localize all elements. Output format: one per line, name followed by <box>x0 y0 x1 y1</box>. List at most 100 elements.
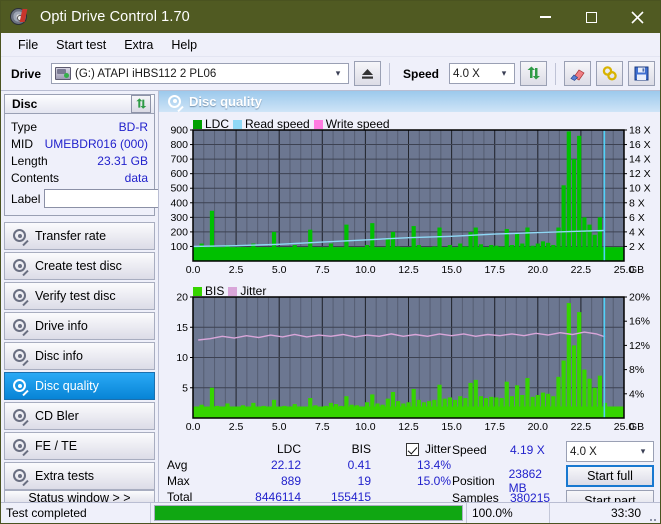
disc-type-label: Type <box>11 119 38 134</box>
svg-text:18 X: 18 X <box>629 125 651 137</box>
disc-refresh-button[interactable] <box>131 95 151 113</box>
svg-text:12%: 12% <box>629 340 650 352</box>
stats-max-ldc: 889 <box>280 474 301 488</box>
svg-text:5: 5 <box>182 382 188 394</box>
eraser-button[interactable] <box>564 61 591 86</box>
close-button[interactable] <box>614 1 660 33</box>
disc-panel-body: Type BD-R MID UMEBDR016 (000) Length 23.… <box>4 114 248 216</box>
svg-text:5.0: 5.0 <box>272 421 287 433</box>
stats-header-ldc: LDC <box>276 442 301 456</box>
test-speed-value: 4.0 X <box>570 445 597 458</box>
svg-text:2.5: 2.5 <box>229 264 244 276</box>
sidebar-label: Disc info <box>35 349 83 363</box>
svg-text:10: 10 <box>176 352 188 364</box>
disc-length-label: Length <box>11 153 48 168</box>
svg-text:7.5: 7.5 <box>315 264 330 276</box>
menu-file[interactable]: File <box>9 36 47 54</box>
sidebar-label: CD Bler <box>35 409 79 423</box>
menu-extra[interactable]: Extra <box>115 36 162 54</box>
svg-text:20.0: 20.0 <box>528 421 549 433</box>
sidebar-item-create-test-disc[interactable]: Create test disc <box>4 252 155 280</box>
svg-text:900: 900 <box>170 125 188 137</box>
jitter-checkbox[interactable] <box>405 442 419 456</box>
svg-text:500: 500 <box>170 183 188 195</box>
disc-length-value: 23.31 GB <box>97 153 148 168</box>
sidebar-item-disc-quality[interactable]: Disc quality <box>4 372 155 400</box>
svg-text:12.5: 12.5 <box>398 421 419 433</box>
sidebar-item-cd-bler[interactable]: CD Bler <box>4 402 155 430</box>
application-window: Opti Drive Control 1.70 File Start test … <box>0 0 661 524</box>
stats-max-bis: 19 <box>357 474 371 488</box>
minimize-button[interactable] <box>522 1 568 33</box>
stats-avg-jitter: 13.4% <box>416 458 451 472</box>
test-speed-select[interactable]: 4.0 X ▾ <box>566 441 654 462</box>
sidebar-item-fe-te[interactable]: FE / TE <box>4 432 155 460</box>
bis-chart-svg: 5 10 15 20 4% 8% 12% 16% 20% 0.0 2.5 5.0 7.5 10.0 12.5… <box>176 292 650 434</box>
speed-label: Speed <box>402 66 439 81</box>
resize-grip[interactable] <box>646 503 660 523</box>
svg-text:8 X: 8 X <box>629 197 645 209</box>
svg-text:7.5: 7.5 <box>315 421 330 433</box>
sidebar-item-verify-test-disc[interactable]: Verify test disc <box>4 282 155 310</box>
eject-button[interactable] <box>353 61 381 86</box>
toolbar-divider <box>388 62 390 85</box>
chain-button[interactable] <box>596 61 623 86</box>
bis-jitter-chart: BIS Jitter 5 10 15 20 4% 8% 12% 16% 20% 0.0 2.5 5.0… <box>161 283 658 438</box>
start-full-button[interactable]: Start full <box>566 465 654 487</box>
svg-text:600: 600 <box>170 168 188 180</box>
refresh-button[interactable] <box>520 61 547 86</box>
content-panel: Disc quality LDC Read speed Write speed … <box>158 91 660 512</box>
ldc-chart: LDC Read speed Write speed 100 200 300 400 5… <box>161 116 658 281</box>
svg-text:10.0: 10.0 <box>355 264 376 276</box>
gauge-icon <box>12 438 29 457</box>
svg-text:8%: 8% <box>629 364 644 376</box>
svg-text:0.0: 0.0 <box>186 264 201 276</box>
sidebar-item-drive-info[interactable]: Drive info <box>4 312 155 340</box>
sidebar-item-extra-tests[interactable]: Extra tests <box>4 462 155 490</box>
bis-chart-legend: BIS Jitter <box>193 284 266 298</box>
save-button[interactable] <box>628 61 655 86</box>
disc-contents-value: data <box>124 170 148 185</box>
svg-text:2 X: 2 X <box>629 241 645 253</box>
stats-header-row: LDC BIS Jitter <box>167 441 452 457</box>
drive-select[interactable]: (G:) ATAPI iHBS112 2 PL06 ▾ <box>51 63 349 84</box>
readout-speed: Speed 4.19 X <box>452 441 562 458</box>
progress-percent: 100.0% <box>467 503 550 523</box>
ldc-chart-svg: 100 200 300 400 500 600 700 800 900 2 X 4 X 6 X 8 X 1… <box>170 125 651 277</box>
disc-label-caption: Label <box>11 191 41 206</box>
sidebar-label: Drive info <box>35 319 88 333</box>
svg-text:0.0: 0.0 <box>186 421 201 433</box>
gauge-icon <box>12 348 29 367</box>
sidebar-item-transfer-rate[interactable]: Transfer rate <box>4 222 155 250</box>
speed-select[interactable]: 4.0 X ▾ <box>449 63 515 84</box>
legend-bis: BIS <box>193 284 224 298</box>
sidebar-item-disc-info[interactable]: Disc info <box>4 342 155 370</box>
gauge-icon <box>12 228 29 247</box>
disc-row-type: Type BD-R <box>11 118 148 135</box>
svg-text:GB: GB <box>629 421 644 433</box>
readout-speed-label: Speed <box>452 442 487 457</box>
window-title: Opti Drive Control 1.70 <box>40 9 190 25</box>
main-body: Disc Type BD-R MID UMEBDR016 (000) Lengt… <box>1 91 660 512</box>
svg-text:20.0: 20.0 <box>528 264 549 276</box>
svg-text:17.5: 17.5 <box>484 264 505 276</box>
sidebar-label: Create test disc <box>35 259 122 273</box>
gauge-icon <box>12 378 29 397</box>
svg-text:800: 800 <box>170 139 188 151</box>
sidebar-label: Extra tests <box>35 469 95 483</box>
svg-text:20%: 20% <box>629 292 650 304</box>
maximize-button[interactable] <box>568 1 614 33</box>
svg-text:15.0: 15.0 <box>441 421 462 433</box>
toolbar: Drive (G:) ATAPI iHBS112 2 PL06 ▾ Speed … <box>1 57 660 91</box>
legend-write-speed: Write speed <box>313 117 390 131</box>
panel-header: Disc quality <box>159 91 660 112</box>
svg-text:700: 700 <box>170 154 188 166</box>
menu-start-test[interactable]: Start test <box>47 36 115 54</box>
chevron-down-icon: ▾ <box>335 68 341 78</box>
svg-text:6 X: 6 X <box>629 212 645 224</box>
disc-mid-value: UMEBDR016 (000) <box>44 136 148 151</box>
ldc-chart-legend: LDC Read speed Write speed <box>193 117 390 131</box>
svg-text:4%: 4% <box>629 388 644 400</box>
disc-row-contents: Contents data <box>11 169 148 186</box>
menu-help[interactable]: Help <box>162 36 206 54</box>
